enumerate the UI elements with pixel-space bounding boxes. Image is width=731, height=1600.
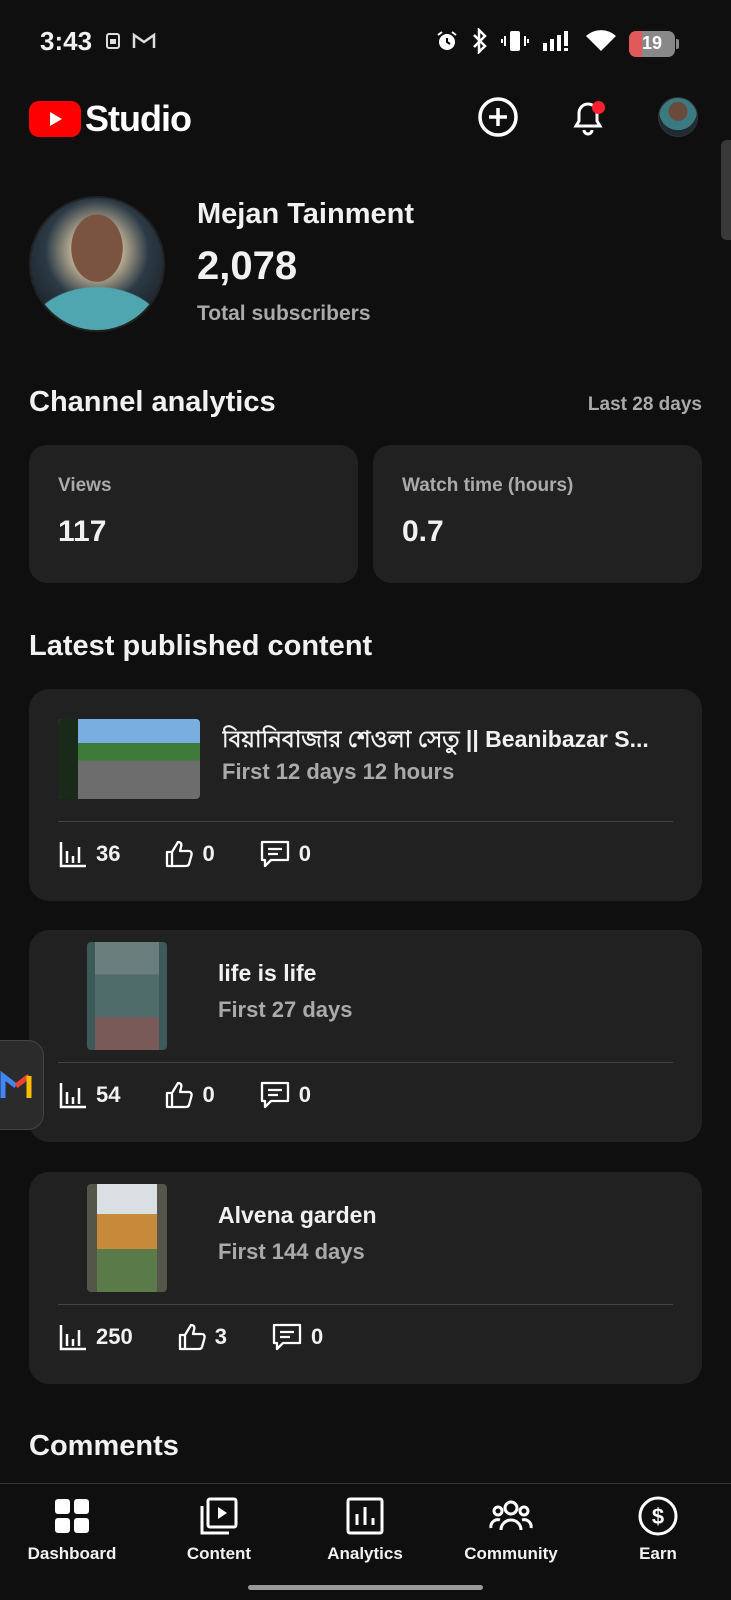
nav-community[interactable]: Community	[451, 1494, 571, 1564]
video-title: life is life	[218, 960, 317, 986]
thumb-up-icon	[166, 840, 194, 868]
channel-analytics-title: Channel analytics	[29, 386, 276, 418]
home-indicator[interactable]	[248, 1585, 483, 1590]
thumb-up-icon	[178, 1323, 206, 1351]
gmail-floating-bubble[interactable]	[0, 1040, 44, 1130]
content-card[interactable]: Alvena garden First 144 days 250 3 0	[29, 1172, 702, 1384]
alarm-icon	[435, 29, 459, 58]
content-card[interactable]: বিয়ানিবাজার শেওলা সেতু || Beanibazar S.…	[29, 689, 702, 901]
latest-content-title: Latest published content	[29, 630, 373, 662]
nav-dashboard[interactable]: Dashboard	[12, 1494, 132, 1564]
account-button[interactable]	[655, 94, 701, 140]
video-age: First 27 days	[218, 997, 353, 1022]
comment-icon	[272, 1323, 302, 1351]
svg-text:$: $	[652, 1504, 664, 1529]
thumb-up-icon	[166, 1081, 194, 1109]
nav-earn[interactable]: $ Earn	[598, 1494, 718, 1564]
comments-metric: 0	[271, 1322, 323, 1352]
nav-content[interactable]: Content	[159, 1494, 279, 1564]
comment-icon	[260, 1081, 289, 1109]
content-card[interactable]: life is life First 27 days 54 0 0	[29, 930, 702, 1142]
wifi-icon	[585, 29, 617, 58]
video-title: বিয়ানিবাজার শেওলা সেতু || Beanibazar S.…	[222, 726, 649, 752]
likes-metric: 0	[164, 839, 215, 869]
likes-metric: 0	[164, 1080, 215, 1110]
comments-metric: 0	[259, 1080, 311, 1110]
logo-text: Studio	[85, 98, 192, 139]
bar-chart-icon	[59, 1083, 86, 1109]
youtube-play-icon	[29, 101, 81, 137]
video-thumbnail	[58, 719, 200, 799]
video-age: First 12 days 12 hours	[222, 759, 455, 784]
comments-title: Comments	[29, 1430, 179, 1462]
notifications-button[interactable]	[565, 94, 611, 140]
dashboard-icon	[50, 1494, 94, 1538]
create-button[interactable]	[475, 94, 521, 140]
bar-chart-icon	[59, 842, 86, 868]
sim-icon	[104, 32, 122, 55]
views-card[interactable]: Views 117	[29, 445, 358, 583]
analytics-icon	[343, 1494, 387, 1538]
stat-value: 117	[58, 515, 107, 548]
status-time: 3:43	[40, 26, 93, 56]
channel-summary: Mejan Tainment 2,078 Total subscribers	[29, 196, 709, 336]
stat-value: 0.7	[402, 515, 444, 548]
channel-name: Mejan Tainment	[197, 198, 414, 230]
video-thumbnail	[87, 1184, 167, 1292]
bottom-navigation: Dashboard Content Analytics Community $ …	[0, 1483, 731, 1600]
app-header: Studio	[0, 90, 731, 150]
channel-avatar[interactable]	[29, 196, 165, 332]
nav-analytics[interactable]: Analytics	[305, 1494, 425, 1564]
gmail-icon	[0, 1070, 32, 1098]
views-metric: 36	[58, 839, 120, 869]
analytics-period: Last 28 days	[587, 394, 702, 415]
account-avatar	[658, 97, 698, 137]
video-title: Alvena garden	[218, 1202, 377, 1228]
earn-icon: $	[636, 1494, 680, 1538]
gmail-status-icon	[132, 32, 156, 55]
signal-icon	[541, 29, 573, 58]
vibrate-icon	[501, 29, 529, 58]
video-age: First 144 days	[218, 1239, 365, 1264]
edge-handle[interactable]	[721, 140, 731, 240]
youtube-studio-logo[interactable]: Studio	[29, 98, 192, 140]
community-icon	[489, 1494, 533, 1538]
comment-icon	[260, 840, 289, 868]
subscriber-count: 2,078	[197, 244, 298, 288]
stat-label: Watch time (hours)	[402, 475, 574, 496]
watch-time-card[interactable]: Watch time (hours) 0.7	[373, 445, 702, 583]
likes-metric: 3	[177, 1322, 227, 1352]
views-metric: 250	[58, 1322, 133, 1352]
notification-dot	[592, 101, 605, 114]
bluetooth-icon	[471, 26, 489, 59]
status-bar: 3:43 19	[0, 0, 731, 84]
stat-label: Views	[58, 475, 112, 496]
video-thumbnail	[87, 942, 167, 1050]
comments-metric: 0	[259, 839, 311, 869]
subscriber-label: Total subscribers	[197, 302, 371, 325]
content-icon	[197, 1494, 241, 1538]
battery-indicator: 19	[629, 30, 675, 57]
bar-chart-icon	[59, 1325, 86, 1351]
add-circle-icon	[478, 97, 518, 137]
views-metric: 54	[58, 1080, 120, 1110]
